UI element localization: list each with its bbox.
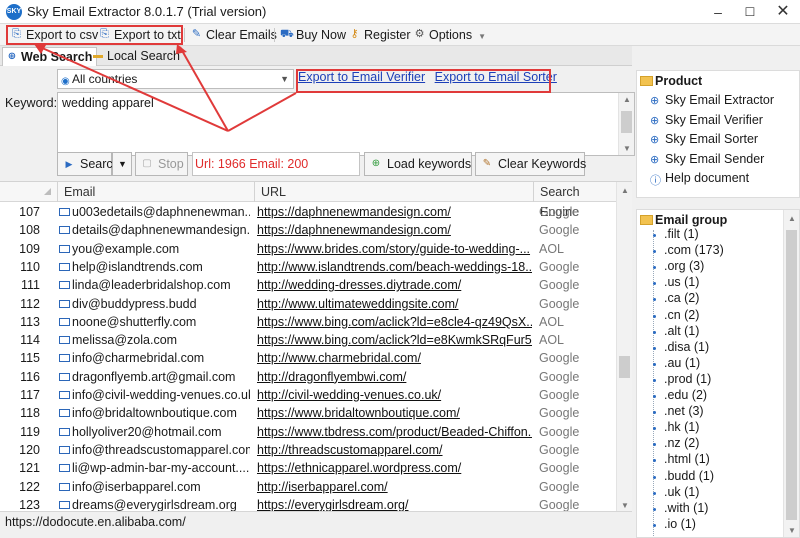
- annotation-arrows: [34, 44, 297, 132]
- annotation-arrowhead: [176, 44, 187, 54]
- annotation-arrow-line: [227, 92, 297, 132]
- annotation-arrow-line: [39, 46, 229, 132]
- annotation-arrow-line: [179, 46, 229, 132]
